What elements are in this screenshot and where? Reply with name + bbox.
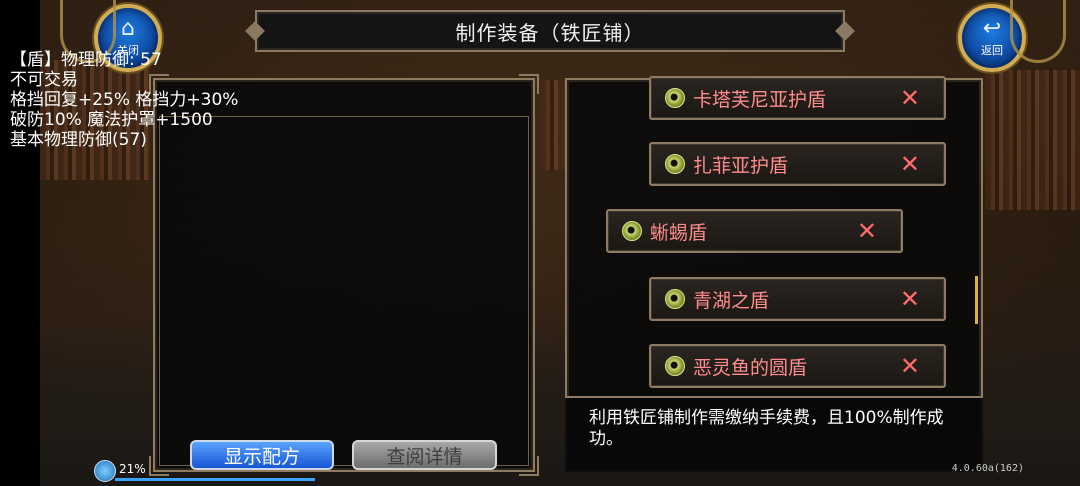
progress-icon: [94, 460, 116, 482]
ornament: [519, 74, 539, 94]
gem-icon: [665, 356, 685, 376]
close-x-icon[interactable]: ✕: [900, 286, 920, 312]
gem-icon: [622, 221, 642, 241]
recipe-item-name: 恶灵鱼的圆盾: [693, 356, 808, 379]
notice-box: 利用铁匠铺制作需缴纳手续费，且100%制作成功。: [565, 396, 983, 472]
close-x-icon[interactable]: ✕: [900, 151, 920, 177]
ornament: [519, 456, 539, 476]
recipe-item-name: 扎菲亚护盾: [693, 154, 789, 177]
ornament: [835, 21, 855, 41]
recipe-item-name: 蜥蜴盾: [650, 221, 708, 244]
gem-icon: [665, 289, 685, 309]
title-bar: 制作装备（铁匠铺）: [245, 10, 855, 52]
view-detail-button[interactable]: 查阅详情: [352, 440, 497, 470]
close-x-icon[interactable]: ✕: [857, 218, 877, 244]
list-scrollbar[interactable]: [975, 276, 978, 324]
item-description-text: 【盾】物理防御: 57 不可交易 格挡回复+25% 格挡力+30% 破防10% …: [10, 50, 239, 150]
recipe-list-item-selected[interactable]: 蜥蜴盾 ✕: [606, 209, 903, 253]
gem-icon: [665, 154, 685, 174]
close-x-icon[interactable]: ✕: [900, 353, 920, 379]
page-title: 制作装备（铁匠铺）: [455, 20, 645, 45]
ornament: [1010, 0, 1066, 63]
ornament: [149, 456, 169, 476]
background-bookshelf: [985, 70, 1080, 210]
recipe-list-item[interactable]: 恶灵鱼的圆盾 ✕: [649, 344, 946, 388]
background-bookshelf: [540, 80, 565, 170]
progress-line: [115, 478, 315, 481]
ornament: [245, 21, 265, 41]
recipe-list-item[interactable]: 扎菲亚护盾 ✕: [649, 142, 946, 186]
ornament: [967, 80, 981, 94]
recipe-item-name: 青湖之盾: [693, 289, 770, 312]
close-x-icon[interactable]: ✕: [900, 85, 920, 111]
recipe-list-item[interactable]: 卡塔芙尼亚护盾 ✕: [649, 76, 946, 120]
notice-text: 利用铁匠铺制作需缴纳手续费，且100%制作成功。: [589, 408, 944, 449]
description-frame: [159, 116, 529, 466]
back-button-label: 返回: [981, 44, 1003, 57]
recipe-item-name: 卡塔芙尼亚护盾: [693, 88, 827, 111]
return-arrow-icon: ↩: [982, 16, 1002, 41]
recipe-list-item[interactable]: 青湖之盾 ✕: [649, 277, 946, 321]
status-percent: 21%: [119, 462, 146, 476]
show-recipe-button[interactable]: 显示配方: [190, 440, 334, 470]
version-label: 4.0.60a(162): [951, 463, 1024, 474]
ornament: [567, 80, 581, 94]
home-icon: ⌂: [121, 16, 135, 41]
gem-icon: [665, 88, 685, 108]
